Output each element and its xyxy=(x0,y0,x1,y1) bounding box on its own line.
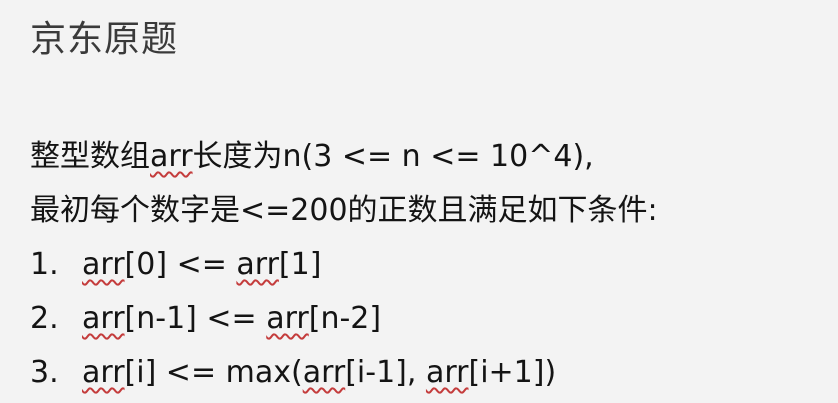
condition-number: 2. xyxy=(30,301,59,336)
condition-item-3: 3. arr[i] <= max(arr[i-1], arr[i+1]) xyxy=(30,346,658,400)
intro-line: 整型数组arr长度为n(3 <= n <= 10^4), xyxy=(30,130,658,184)
intro-prefix: 整型数组 xyxy=(30,139,150,174)
condition-number: 1. xyxy=(30,247,59,282)
condition-item-2: 2. arr[n-1] <= arr[n-2] xyxy=(30,292,658,346)
condition-item-1: 1. arr[0] <= arr[1] xyxy=(30,238,658,292)
condition-text: arr[0] <= arr[1] xyxy=(82,238,321,292)
condition-fragment: [i+1]) xyxy=(468,355,557,390)
intro-suffix: 长度为n(3 <= n <= 10^4), xyxy=(192,139,594,174)
condition-fragment: [1] xyxy=(278,247,322,282)
problem-text: 整型数组arr长度为n(3 <= n <= 10^4), 最初每个数字是<=20… xyxy=(30,130,658,400)
condition-fragment: [n-2] xyxy=(308,301,382,336)
arr-term: arr xyxy=(266,301,309,336)
condition-fragment: [n-1] <= xyxy=(124,301,267,336)
arr-term: arr xyxy=(236,247,279,282)
condition-intro-line: 最初每个数字是<=200的正数且满足如下条件: xyxy=(30,193,658,228)
condition-fragment: [i] <= max( xyxy=(124,355,303,390)
condition-text: arr[n-1] <= arr[n-2] xyxy=(82,292,381,346)
slide: 京东原题 整型数组arr长度为n(3 <= n <= 10^4), 最初每个数字… xyxy=(0,0,838,403)
arr-term: arr xyxy=(302,355,346,390)
arr-term: arr xyxy=(82,355,125,390)
arr-term: arr xyxy=(82,301,125,336)
condition-fragment: [0] <= xyxy=(124,247,237,282)
arr-term: arr xyxy=(150,139,193,174)
slide-title: 京东原题 xyxy=(30,19,179,60)
arr-term: arr xyxy=(82,247,125,282)
arr-term: arr xyxy=(425,355,469,390)
condition-fragment: [i-1], xyxy=(345,355,426,390)
condition-number: 3. xyxy=(30,355,59,390)
condition-text: arr[i] <= max(arr[i-1], arr[i+1]) xyxy=(82,346,556,400)
